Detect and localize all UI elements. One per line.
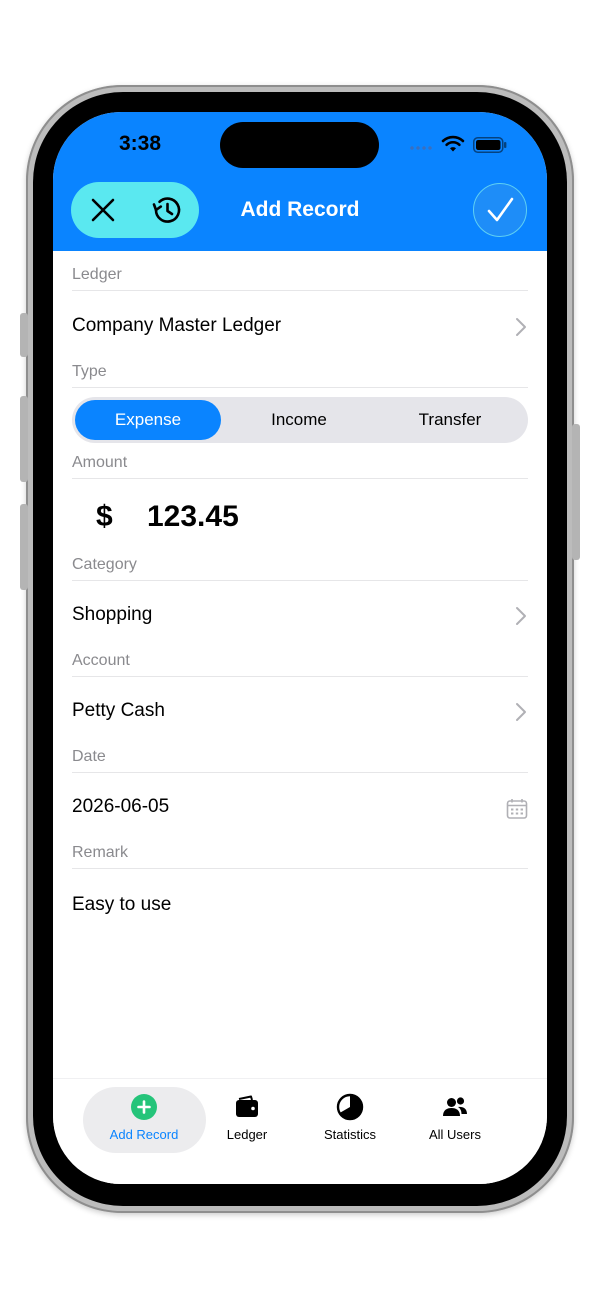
header-bar: 3:38 Add Record	[53, 112, 547, 251]
tab-label: Statistics	[323, 1127, 376, 1142]
date-label: Date	[72, 748, 106, 765]
chevron-right-icon	[516, 318, 526, 336]
battery-icon	[473, 137, 507, 153]
date-row[interactable]: 2026-06-05	[53, 776, 547, 840]
checkmark-icon	[487, 197, 514, 222]
volume-up-button	[20, 396, 28, 482]
divider	[72, 772, 528, 773]
wifi-icon	[441, 135, 465, 152]
tab-statistics[interactable]: Statistics	[298, 1093, 402, 1142]
divider	[72, 676, 528, 677]
type-option-transfer[interactable]: Transfer	[374, 400, 526, 440]
category-label: Category	[72, 556, 137, 573]
plus-circle-icon	[131, 1094, 157, 1120]
remark-label: Remark	[72, 844, 129, 861]
power-button	[572, 424, 580, 560]
type-label: Type	[72, 363, 107, 380]
wallet-icon	[236, 1095, 258, 1117]
volume-down-button	[20, 504, 28, 590]
calendar-icon[interactable]	[506, 798, 528, 820]
date-value: 2026-06-05	[72, 796, 170, 817]
ledger-value: Company Master Ledger	[72, 315, 282, 336]
category-value: Shopping	[72, 604, 153, 625]
divider	[72, 290, 528, 291]
tab-add-record[interactable]: Add Record	[92, 1093, 196, 1142]
users-icon	[443, 1097, 467, 1116]
divider	[72, 478, 528, 479]
amount-input[interactable]: 123.45	[147, 500, 239, 534]
dynamic-island	[220, 122, 379, 168]
ledger-row[interactable]: Company Master Ledger	[53, 295, 547, 359]
pie-chart-icon	[336, 1093, 364, 1121]
category-row[interactable]: Shopping	[53, 584, 547, 648]
tab-ledger[interactable]: Ledger	[195, 1093, 299, 1142]
tab-label: Ledger	[226, 1127, 268, 1142]
type-option-income[interactable]: Income	[224, 400, 374, 440]
type-option-expense[interactable]: Expense	[75, 400, 221, 440]
account-value: Petty Cash	[72, 700, 165, 721]
divider	[72, 580, 528, 581]
chevron-right-icon	[516, 703, 526, 721]
ledger-label: Ledger	[72, 266, 122, 283]
tab-bar: Add Record Ledger Statistics All Users	[53, 1078, 547, 1184]
amount-label: Amount	[72, 454, 128, 471]
status-time: 3:38	[119, 132, 162, 155]
confirm-button[interactable]	[473, 183, 527, 237]
currency-symbol: $	[96, 500, 113, 533]
divider	[72, 868, 528, 869]
app-screen: 3:38 Add Record Ledger Company Master Le…	[53, 112, 547, 1184]
type-segmented-control: Expense Income Transfer	[72, 397, 528, 443]
silent-switch	[20, 313, 28, 357]
divider	[72, 387, 528, 388]
remark-input[interactable]: Easy to use	[72, 894, 171, 916]
signal-icon	[409, 146, 433, 150]
tab-label: Add Record	[109, 1127, 179, 1142]
tab-all-users[interactable]: All Users	[403, 1093, 507, 1142]
account-row[interactable]: Petty Cash	[53, 680, 547, 744]
account-label: Account	[72, 652, 130, 669]
tab-label: All Users	[428, 1127, 481, 1142]
chevron-right-icon	[516, 607, 526, 625]
